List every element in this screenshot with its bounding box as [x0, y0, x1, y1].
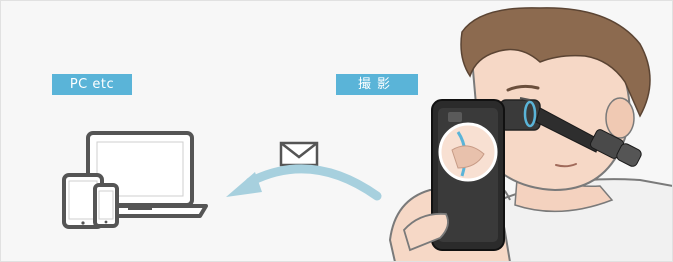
illustration-layer [62, 7, 673, 262]
smartphone-icon [93, 183, 119, 228]
transfer-arrow-icon [226, 164, 382, 201]
capture-label: 撮影 [336, 74, 418, 95]
envelope-icon [279, 141, 319, 167]
pc-label: PC etc [52, 74, 132, 95]
person-illustration [388, 7, 673, 262]
devices-group [62, 131, 208, 229]
diagram-canvas: PC etc 撮影 [0, 0, 673, 262]
